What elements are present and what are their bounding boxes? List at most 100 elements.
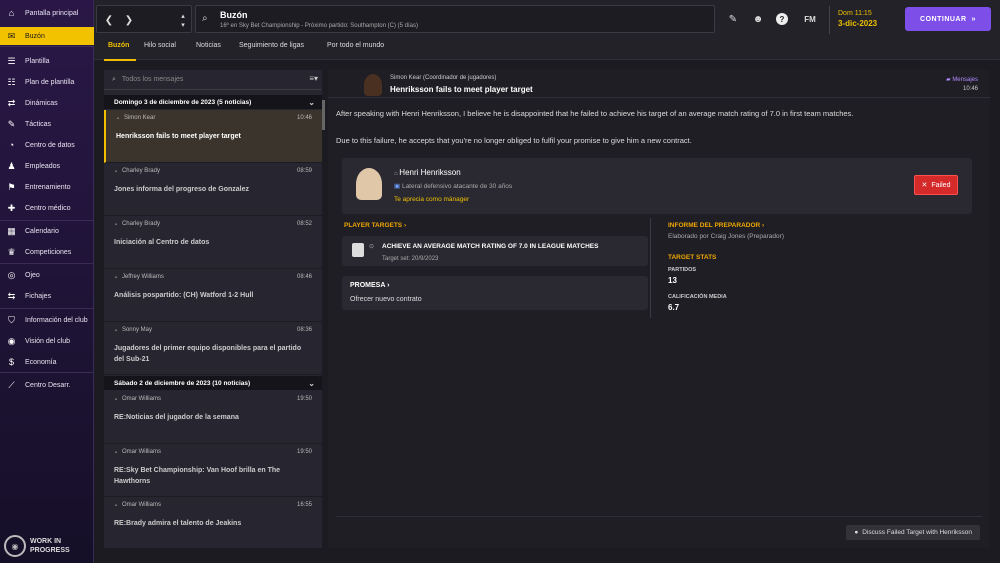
target-text: ACHIEVE AN AVERAGE MATCH RATING OF 7.0 I… [382, 243, 599, 250]
message-sender: Sonny May [114, 327, 152, 333]
tab-social-feed[interactable]: Hilo social [144, 42, 176, 49]
filter-menu-icon[interactable]: ≡▾ [309, 74, 318, 83]
sidebar-item-data-hub[interactable]: ◔ Centro de datos [0, 136, 94, 154]
message-time: 19:50 [296, 449, 312, 455]
date-group-header[interactable]: Domingo 3 de diciembre de 2023 (5 notici… [104, 95, 322, 109]
stat-label: PARTIDOS [668, 267, 697, 273]
manager-face-icon[interactable]: ☻ [750, 11, 766, 27]
coach-report-title[interactable]: INFORME DEL PREPARADOR › [668, 222, 764, 229]
message-subject: Jones informa del progreso de Gonzalez [114, 186, 249, 193]
chevron-down-icon[interactable]: ▾ [177, 19, 189, 31]
sidebar-item-label: Centro médico [25, 204, 71, 212]
edit-icon[interactable]: ✎ [725, 11, 741, 27]
sidebar-item-dynamics[interactable]: ⇄ Dinámicas [0, 94, 94, 112]
sidebar-item-transfers[interactable]: ⇆ Fichajes [0, 287, 94, 305]
sidebar-item-home[interactable]: ⌂ Pantalla principal [0, 4, 94, 22]
promise-box: PROMESA › Ofrecer nuevo contrato [342, 276, 648, 310]
message-sender: Omar Williams [114, 502, 161, 508]
sidebar-item-label: Ojeo [25, 271, 40, 279]
sidebar-item-finances[interactable]: $ Economía [0, 353, 94, 371]
group-label: Sábado 2 de diciembre de 2023 (10 notici… [114, 379, 251, 387]
message-time: 10:46 [962, 86, 978, 92]
message-subject: Iniciación al Centro de datos [114, 239, 210, 246]
tactics-icon: ✎ [7, 118, 16, 129]
message-subject: Henriksson fails to meet player target [116, 133, 241, 140]
tab-news[interactable]: Noticias [196, 42, 221, 49]
sidebar-item-label: Información del club [25, 316, 88, 324]
message-sender: Jeffrey Williams [114, 274, 164, 280]
forward-arrow-icon[interactable]: ❯ [123, 14, 135, 26]
sidebar-item-label: Dinámicas [25, 99, 58, 107]
club-info-icon: ⛉ [8, 314, 15, 325]
sidebar-item-staff[interactable]: ♟ Empleados [0, 157, 94, 175]
list-item[interactable]: Omar Williams 19:50 RE:Noticias del jugado… [104, 391, 322, 444]
tab-inbox[interactable]: Buzón [108, 42, 129, 49]
sidebar-item-label: Plantilla [25, 57, 50, 65]
fm-menu-icon[interactable]: FM [800, 11, 820, 27]
list-item[interactable]: Charley Brady 08:52 Iniciación al Centro d… [104, 216, 322, 269]
tab-around-world[interactable]: Por todo el mundo [327, 42, 384, 49]
search-input[interactable]: ⌕ Todos los mensajes [104, 70, 322, 90]
message-subject: Henriksson fails to meet player target [390, 85, 533, 94]
sender-avatar [364, 74, 382, 96]
sidebar-item-inbox[interactable]: ✉ Buzón [0, 27, 94, 45]
list-item[interactable]: Charley Brady 08:59 Jones informa del prog… [104, 163, 322, 216]
player-name[interactable]: ⌂ Henri Henriksson [394, 168, 461, 177]
sidebar-item-medical[interactable]: ✚ Centro médico [0, 199, 94, 217]
sidebar-item-scouting[interactable]: ◎ Ojeo [0, 266, 94, 284]
continue-button[interactable]: CONTINUAR » [905, 7, 991, 31]
message-sender: Omar Williams [114, 449, 161, 455]
promise-label: PROMESA [350, 282, 386, 289]
coach-report-label: INFORME DEL PREPARADOR [668, 222, 761, 229]
date-day: 3-dic-2023 [838, 19, 878, 28]
discuss-button[interactable]: ● Discuss Failed Target with Henriksson [846, 525, 980, 540]
scouting-icon: ◎ [7, 269, 16, 280]
message-time: 08:52 [296, 221, 312, 227]
sidebar-item-club-vision[interactable]: ◉ Visión del club [0, 332, 94, 350]
home-icon: ⌂ [8, 8, 15, 18]
sidebar-item-calendar[interactable]: ▦ Calendario [0, 222, 94, 240]
sidebar-item-squad[interactable]: ☰ Plantilla [0, 52, 94, 70]
player-position-text: Lateral defensivo atacante de 30 años [401, 183, 513, 190]
message-sender: Omar Williams [114, 396, 161, 402]
sidebar-item-label: Entrenamiento [25, 183, 71, 191]
player-targets-title[interactable]: PLAYER TARGETS › [344, 222, 406, 229]
target-item: ⊙ ACHIEVE AN AVERAGE MATCH RATING OF 7.0… [342, 236, 648, 266]
target-set-date: Target set: 20/9/2023 [382, 256, 439, 262]
subtabs: Buzón Hilo social Noticias Seguimiento d… [94, 38, 1000, 60]
sidebar-item-label: Plan de plantilla [25, 78, 75, 86]
back-arrow-icon[interactable]: ❮ [103, 14, 115, 26]
messages-tag[interactable]: ▰ Mensajes [946, 76, 978, 83]
inbox-icon: ✉ [7, 30, 16, 41]
sidebar-item-squad-plan[interactable]: ☷ Plan de plantilla [0, 73, 94, 91]
list-item[interactable]: Simon Kear 10:46 Henriksson fails to meet … [104, 110, 322, 163]
message-header: Simon Kear (Coordinador de jugadores) He… [328, 70, 990, 98]
divider [0, 46, 94, 47]
sidebar-item-tactics[interactable]: ✎ Tácticas [0, 115, 94, 133]
search-icon[interactable]: ⌕ [202, 13, 208, 24]
list-item[interactable]: Sonny May 08:36 Jugadores del primer equip… [104, 322, 322, 375]
list-item[interactable]: Jeffrey Williams 08:46 Análisis pospartido… [104, 269, 322, 322]
promise-title[interactable]: PROMESA › [350, 282, 389, 289]
date-group-header[interactable]: Sábado 2 de diciembre de 2023 (10 notici… [104, 376, 322, 390]
sidebar: ⌂ Pantalla principal ✉ Buzón ☰ Plantilla ☷ Plan… [0, 0, 94, 563]
calendar-icon: ▦ [7, 225, 16, 236]
help-icon[interactable]: ? [776, 13, 788, 25]
sidebar-item-dev-centre[interactable]: ⟋ Centro Desarr. [0, 376, 94, 394]
sidebar-item-label: Visión del club [25, 337, 71, 345]
list-item[interactable]: Omar Williams 16:55 RE:Brady admira el tal… [104, 497, 322, 548]
squad-icon: ☰ [7, 55, 16, 66]
active-tab-underline [104, 59, 136, 61]
list-item[interactable]: Omar Williams 19:50 RE:Sky Bet Championshi… [104, 444, 322, 497]
scrollbar[interactable] [322, 100, 325, 130]
sidebar-item-trophy[interactable]: ♛ Competiciones [0, 243, 94, 261]
sidebar-item-club-info[interactable]: ⛉ Información del club [0, 311, 94, 329]
club-vision-icon: ◉ [7, 335, 16, 346]
sidebar-item-label: Centro de datos [25, 141, 75, 149]
message-detail: Simon Kear (Coordinador de jugadores) He… [328, 70, 990, 548]
player-card[interactable]: ⌂ Henri Henriksson ▣ Lateral defensivo a… [342, 158, 972, 214]
tab-league-tracking[interactable]: Seguimiento de ligas [239, 42, 304, 49]
player-targets-label: PLAYER TARGETS [344, 222, 403, 229]
sidebar-item-training[interactable]: ⚑ Entrenamiento [0, 178, 94, 196]
date-display[interactable]: Dom 11:15 3-dic-2023 [829, 6, 895, 34]
